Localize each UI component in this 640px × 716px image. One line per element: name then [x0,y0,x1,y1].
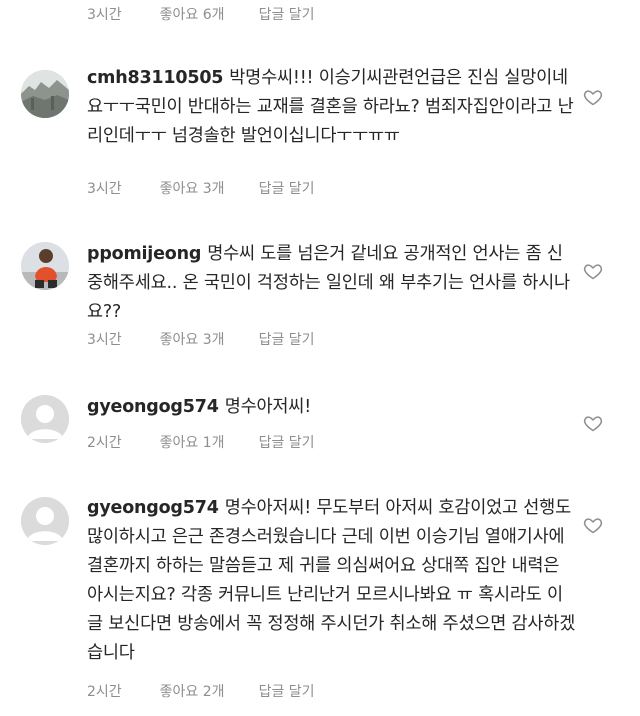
like-heart-icon[interactable] [583,261,603,281]
top-comment-meta: 3시간 좋아요 6개 답글 달기 [87,4,315,24]
reply-button[interactable]: 답글 달기 [259,329,315,349]
comment-meta: 3시간 좋아요 3개 답글 달기 [87,178,315,198]
comment-body: ppomijeong 명수씨 도를 넘은거 같네요 공개적인 언사는 좀 신중해주… [87,240,577,327]
avatar[interactable] [21,70,69,118]
comment-username[interactable]: ppomijeong [87,244,201,264]
comment-username[interactable]: cmh83110505 [87,68,223,88]
like-heart-icon[interactable] [583,413,603,433]
like-count[interactable]: 좋아요 3개 [160,178,225,198]
comment-time: 3시간 [87,181,122,197]
like-count[interactable]: 좋아요 1개 [160,432,225,452]
comment-text: 명수아저씨! 무도부터 아저씨 호감이었고 선행도 많이하시고 은근 존경스러웠… [87,498,576,663]
like-heart-icon[interactable] [583,515,603,535]
avatar[interactable] [21,242,69,290]
like-count[interactable]: 좋아요 3개 [160,329,225,349]
comment-body: cmh83110505 박명수씨!!! 이승기씨관련언급은 진심 실망이네요ㅜㅜ국… [87,64,577,151]
like-count[interactable]: 좋아요 6개 [160,4,225,24]
reply-button[interactable]: 답글 달기 [259,178,315,198]
comment-time: 3시간 [87,7,122,23]
avatar[interactable] [21,395,69,443]
comment-username[interactable]: gyeongog574 [87,397,219,417]
comment-body: gyeongog574 명수아저씨! [87,393,577,422]
comment-username[interactable]: gyeongog574 [87,498,219,518]
reply-button[interactable]: 답글 달기 [259,4,315,24]
comment-meta: 2시간 좋아요 2개 답글 달기 [87,681,315,701]
comment-time: 2시간 [87,435,122,451]
comment-body: gyeongog574 명수아저씨! 무도부터 아저씨 호감이었고 선행도 많이하… [87,494,577,668]
comment-text: 명수아저씨! [224,397,312,417]
like-heart-icon[interactable] [583,87,603,107]
like-count[interactable]: 좋아요 2개 [160,681,225,701]
comment-meta: 3시간 좋아요 3개 답글 달기 [87,329,315,349]
reply-button[interactable]: 답글 달기 [259,432,315,452]
comment-meta: 2시간 좋아요 1개 답글 달기 [87,432,315,452]
reply-button[interactable]: 답글 달기 [259,681,315,701]
comment-time: 3시간 [87,332,122,348]
comment-time: 2시간 [87,684,122,700]
avatar[interactable] [21,497,69,545]
